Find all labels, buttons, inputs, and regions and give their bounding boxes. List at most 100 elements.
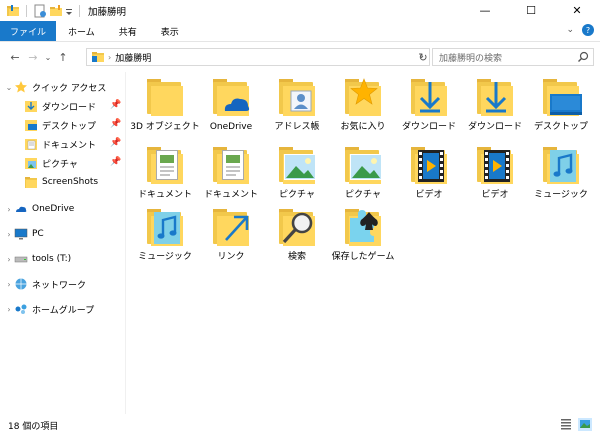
- file-item[interactable]: ミュージック: [528, 144, 594, 210]
- pin-icon[interactable]: 📌: [110, 157, 121, 167]
- address-row: ← → ⌄ ↑ › 加藤勝明 ⌄ ↻ 加藤勝明の検索: [0, 43, 600, 71]
- address-bar[interactable]: › 加藤勝明 ⌄: [86, 48, 430, 66]
- title-bar: 加藤勝明 — ☐ ✕: [0, 0, 600, 21]
- folder-downloads-icon: [408, 76, 450, 118]
- window-controls: — ☐ ✕: [462, 0, 600, 21]
- chevron-right-icon[interactable]: ›: [4, 205, 14, 214]
- file-item[interactable]: 検索: [264, 206, 330, 272]
- nav-homegroup-label: ホームグループ: [32, 305, 95, 316]
- folder-documents-icon: [144, 144, 186, 186]
- nav-network[interactable]: › ネットワーク: [4, 275, 86, 293]
- chevron-right-icon[interactable]: ›: [4, 255, 14, 264]
- search-input[interactable]: 加藤勝明の検索: [432, 48, 594, 66]
- window-title: 加藤勝明: [88, 6, 127, 18]
- ribbon-tabs: ファイル ホーム 共有 表示 ⌄ ?: [0, 21, 600, 42]
- file-item[interactable]: ミュージック: [132, 206, 198, 272]
- folder-downloads-icon: [474, 76, 516, 118]
- onedrive-cloud-icon: [14, 202, 28, 216]
- folder-music-icon: [144, 206, 186, 248]
- file-item[interactable]: ビデオ: [396, 144, 462, 210]
- file-item[interactable]: お気に入り: [330, 76, 396, 142]
- nav-pc[interactable]: › PC: [4, 225, 44, 243]
- file-item[interactable]: ドキュメント: [132, 144, 198, 210]
- file-item[interactable]: ビデオ: [462, 144, 528, 210]
- file-item[interactable]: アドレス帳: [264, 76, 330, 142]
- folder-pictures-icon: [276, 144, 318, 186]
- file-label: ミュージック: [138, 252, 192, 262]
- file-label: ビデオ: [481, 190, 509, 200]
- file-item[interactable]: ピクチャ: [330, 144, 396, 210]
- nav-item-downloads[interactable]: ダウンロード: [24, 97, 96, 115]
- file-item[interactable]: デスクトップ: [528, 76, 594, 142]
- help-icon[interactable]: ?: [582, 24, 594, 36]
- file-label: デスクトップ: [533, 122, 588, 132]
- pin-icon[interactable]: 📌: [110, 138, 121, 148]
- large-icons-view-icon[interactable]: [578, 418, 592, 431]
- search-placeholder: 加藤勝明の検索: [439, 53, 503, 64]
- address-folder-icon: [91, 51, 105, 63]
- nav-tools-drive[interactable]: › tools (T:): [4, 250, 71, 268]
- chevron-right-icon[interactable]: ›: [4, 305, 14, 314]
- file-label: アドレス帳: [274, 122, 320, 132]
- file-label: ミュージック: [534, 190, 588, 200]
- nav-item-label: ピクチャ: [42, 159, 78, 170]
- maximize-button[interactable]: ☐: [508, 0, 554, 21]
- tab-view[interactable]: 表示: [149, 21, 191, 41]
- nav-homegroup[interactable]: › ホームグループ: [4, 300, 94, 318]
- customize-dropdown-icon[interactable]: [65, 4, 73, 18]
- folder-favorites-icon: [342, 76, 384, 118]
- up-button[interactable]: ↑: [54, 48, 72, 66]
- file-item[interactable]: ピクチャ: [264, 144, 330, 210]
- nav-quick-access[interactable]: ⌄ クイック アクセス: [4, 78, 106, 96]
- file-label: ドキュメント: [203, 190, 258, 200]
- nav-onedrive[interactable]: › OneDrive: [4, 200, 74, 218]
- nav-item-label: ドキュメント: [42, 140, 97, 151]
- nav-pc-label: PC: [32, 229, 44, 239]
- pin-icon[interactable]: 📌: [110, 119, 121, 129]
- details-view-icon[interactable]: [560, 418, 572, 433]
- chevron-down-icon[interactable]: ⌄: [4, 83, 14, 92]
- nav-item-documents[interactable]: ドキュメント: [24, 135, 96, 153]
- status-bar: 18 個の項目: [0, 414, 600, 436]
- desktop-folder-icon: [24, 118, 38, 132]
- file-item[interactable]: OneDrive: [198, 76, 264, 142]
- file-label: 検索: [287, 252, 306, 262]
- nav-item-pictures[interactable]: ピクチャ: [24, 154, 78, 172]
- item-count: 18 個の項目: [8, 421, 59, 432]
- drive-icon: [14, 252, 28, 266]
- tab-home[interactable]: ホーム: [56, 21, 107, 41]
- search-icon: [577, 51, 589, 66]
- properties-icon[interactable]: [33, 4, 47, 18]
- file-item[interactable]: ダウンロード: [396, 76, 462, 142]
- refresh-button[interactable]: ↻: [416, 48, 430, 66]
- new-folder-icon[interactable]: [49, 4, 63, 18]
- pin-icon[interactable]: 📌: [110, 100, 121, 110]
- homegroup-icon: [14, 302, 28, 316]
- file-label: ダウンロード: [401, 122, 456, 132]
- file-item[interactable]: 3D オブジェクト: [130, 76, 200, 142]
- minimize-button[interactable]: —: [462, 0, 508, 21]
- file-item[interactable]: 保存したゲーム: [330, 206, 396, 272]
- forward-button[interactable]: →: [24, 48, 42, 66]
- nav-item-screenshots[interactable]: ScreenShots: [24, 173, 98, 191]
- breadcrumb[interactable]: 加藤勝明: [115, 51, 151, 64]
- nav-onedrive-label: OneDrive: [32, 204, 75, 214]
- file-item[interactable]: ドキュメント: [198, 144, 264, 210]
- network-icon: [14, 277, 28, 291]
- expand-ribbon-icon[interactable]: ⌄: [566, 25, 574, 35]
- file-item[interactable]: リンク: [198, 206, 264, 272]
- nav-item-desktop[interactable]: デスクトップ: [24, 116, 96, 134]
- downloads-folder-icon: [24, 99, 38, 113]
- chevron-right-icon[interactable]: ›: [4, 230, 14, 239]
- chevron-right-icon[interactable]: ›: [4, 280, 14, 289]
- recent-locations-button[interactable]: ⌄: [42, 48, 54, 66]
- close-button[interactable]: ✕: [554, 0, 600, 21]
- file-label: ビデオ: [415, 190, 443, 200]
- file-item[interactable]: ダウンロード: [462, 76, 528, 142]
- tab-share[interactable]: 共有: [107, 21, 149, 41]
- folder-music-icon: [540, 144, 582, 186]
- folder-pictures-icon: [342, 144, 384, 186]
- back-button[interactable]: ←: [6, 48, 24, 66]
- tab-file[interactable]: ファイル: [0, 21, 57, 41]
- nav-tools-label: tools (T:): [32, 254, 72, 264]
